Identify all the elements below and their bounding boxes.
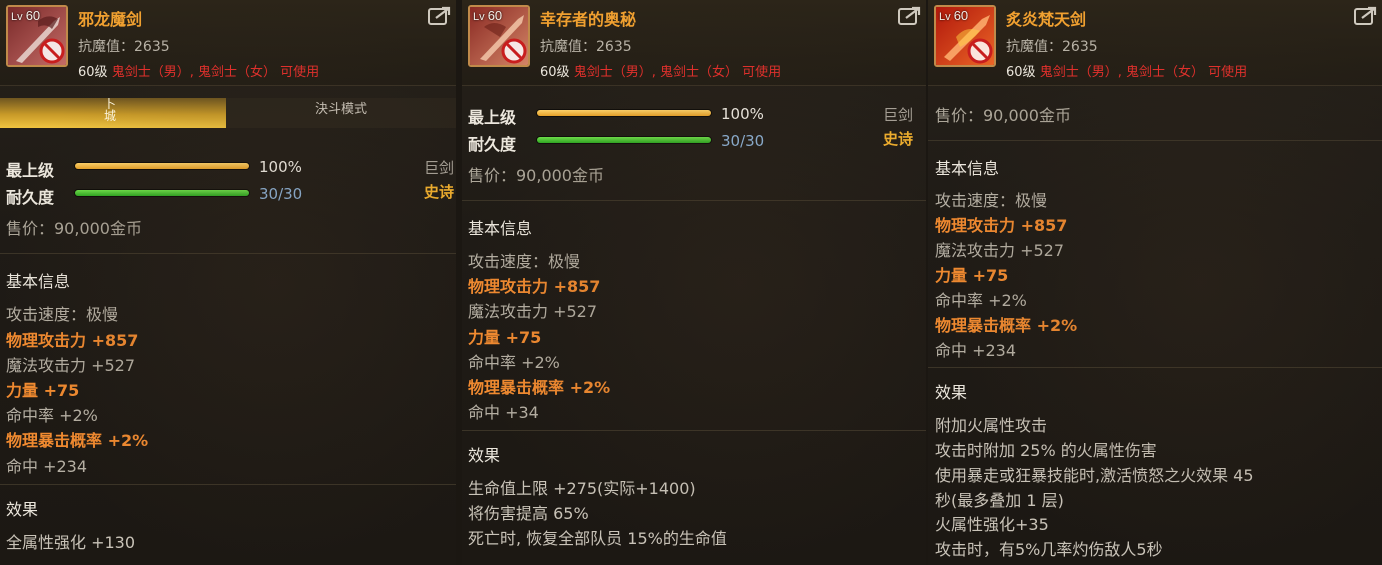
- effect-line: 全属性强化 +130: [6, 533, 136, 552]
- durability-bar: [536, 136, 712, 144]
- stat-crit-rate: 物理暴击概率 +2%: [935, 316, 1078, 335]
- share-icon[interactable]: [428, 6, 452, 26]
- sell-price: 售价：90,000金币: [935, 106, 1071, 125]
- stat-accuracy: 命中 +34: [468, 403, 539, 422]
- effect-line: 使用暴走或狂暴技能时,激活愤怒之火效果 45: [935, 466, 1254, 485]
- tooltip-header: Lv 60 幸存者的奥秘 抗魔值：2635 60级 鬼剑士（男）, 鬼剑士（女）…: [462, 0, 926, 86]
- effect-line: 攻击时，有5%几率灼伤敌人5秒: [935, 540, 1163, 559]
- share-icon[interactable]: [898, 6, 922, 26]
- share-icon[interactable]: [1354, 6, 1378, 26]
- stat-strength: 力量 +75: [6, 381, 80, 400]
- grade-bar: [74, 162, 250, 170]
- stat-hit-rate: 命中率 +2%: [935, 291, 1027, 310]
- stat-physical-attack: 物理攻击力 +857: [935, 216, 1068, 235]
- durability-value: 30/30: [721, 132, 765, 150]
- effect-line: 生命值上限 +275(实际+1400): [468, 479, 696, 498]
- stat-magic-attack: 魔法攻击力 +527: [6, 356, 136, 375]
- tab-duel-mode[interactable]: 決斗模式: [226, 98, 456, 128]
- stat-accuracy: 命中 +234: [935, 341, 1017, 360]
- item-tooltip-2: Lv 60 幸存者的奥秘 抗魔值：2635 60级 鬼剑士（男）, 鬼剑士（女）…: [462, 0, 926, 565]
- stat-hit-rate: 命中率 +2%: [6, 406, 98, 425]
- effect-line: 将伤害提高 65%: [468, 504, 589, 523]
- anti-magic-value: 抗魔值：2635: [540, 39, 632, 55]
- stat-magic-attack: 魔法攻击力 +527: [935, 241, 1065, 260]
- usage-requirement: 60级 鬼剑士（男）, 鬼剑士（女） 可使用: [78, 65, 320, 80]
- flame-sword-icon: Lv 60: [934, 5, 996, 67]
- grade-bar: [536, 109, 712, 117]
- rarity-label: 史诗: [424, 183, 455, 201]
- item-name: 炙炎梵天剑: [1006, 10, 1087, 29]
- tooltip-header: Lv 60 炙炎梵天剑 抗魔值：2635 60级 鬼剑士（男）, 鬼剑士（女） …: [928, 0, 1382, 86]
- weapon-type: 巨剑: [883, 106, 914, 124]
- effect-title: 效果: [6, 500, 39, 519]
- effect-line: 附加火属性攻击: [935, 416, 1048, 435]
- basic-info-title: 基本信息: [6, 272, 71, 291]
- effect-title: 效果: [468, 446, 501, 465]
- durability-value: 30/30: [259, 185, 303, 203]
- sell-price: 售价：90,000金币: [468, 166, 604, 185]
- effect-line: 火属性强化+35: [935, 515, 1049, 534]
- effect-line: 死亡时, 恢复全部队员 15%的生命值: [468, 529, 727, 548]
- item-name: 邪龙魔剑: [78, 10, 143, 29]
- anti-magic-value: 抗魔值：2635: [1006, 39, 1098, 55]
- stat-crit-rate: 物理暴击概率 +2%: [468, 378, 611, 397]
- usage-requirement: 60级 鬼剑士（男）, 鬼剑士（女） 可使用: [540, 65, 782, 80]
- basic-info-title: 基本信息: [468, 219, 533, 238]
- stat-strength: 力量 +75: [935, 266, 1009, 285]
- weapon-type: 巨剑: [424, 159, 455, 177]
- stat-physical-attack: 物理攻击力 +857: [468, 277, 601, 296]
- stat-physical-attack: 物理攻击力 +857: [6, 331, 139, 350]
- stat-crit-rate: 物理暴击概率 +2%: [6, 431, 149, 450]
- tab-pk-mode[interactable]: 卜 城: [0, 98, 226, 128]
- effect-title: 效果: [935, 383, 968, 402]
- sell-price: 售价：90,000金币: [6, 219, 142, 238]
- anti-magic-value: 抗魔值：2635: [78, 39, 170, 55]
- survivor-sword-icon: Lv 60: [468, 5, 530, 67]
- stat-attack-speed: 攻击速度：极慢: [6, 305, 119, 324]
- durability-bar: [74, 189, 250, 197]
- effect-line: 秒(最多叠加 1 层): [935, 491, 1064, 510]
- dragon-sword-icon: Lv 60: [6, 5, 68, 67]
- stat-magic-attack: 魔法攻击力 +527: [468, 302, 598, 321]
- mode-tabs: 卜 城 決斗模式: [0, 98, 456, 128]
- usage-requirement: 60级 鬼剑士（男）, 鬼剑士（女） 可使用: [1006, 65, 1248, 80]
- durability-label: 耐久度: [468, 135, 517, 154]
- tooltip-header: Lv 60 邪龙魔剑 抗魔值：2635 60级 鬼剑士（男）, 鬼剑士（女） 可…: [0, 0, 456, 86]
- item-name: 幸存者的奥秘: [540, 10, 637, 29]
- grade-value: 100%: [259, 158, 302, 176]
- rarity-label: 史诗: [883, 130, 914, 148]
- stat-hit-rate: 命中率 +2%: [468, 353, 560, 372]
- item-tooltip-1: Lv 60 邪龙魔剑 抗魔值：2635 60级 鬼剑士（男）, 鬼剑士（女） 可…: [0, 0, 456, 565]
- stat-attack-speed: 攻击速度：极慢: [468, 252, 581, 271]
- grade-label: 最上级: [468, 108, 517, 127]
- stat-strength: 力量 +75: [468, 328, 542, 347]
- stat-accuracy: 命中 +234: [6, 457, 88, 476]
- item-tooltip-3: Lv 60 炙炎梵天剑 抗魔值：2635 60级 鬼剑士（男）, 鬼剑士（女） …: [928, 0, 1382, 565]
- basic-info-title: 基本信息: [935, 159, 1000, 178]
- stat-attack-speed: 攻击速度：极慢: [935, 191, 1048, 210]
- grade-value: 100%: [721, 105, 764, 123]
- grade-label: 最上级: [6, 161, 55, 180]
- effect-line: 攻击时附加 25% 的火属性伤害: [935, 441, 1157, 460]
- durability-label: 耐久度: [6, 188, 55, 207]
